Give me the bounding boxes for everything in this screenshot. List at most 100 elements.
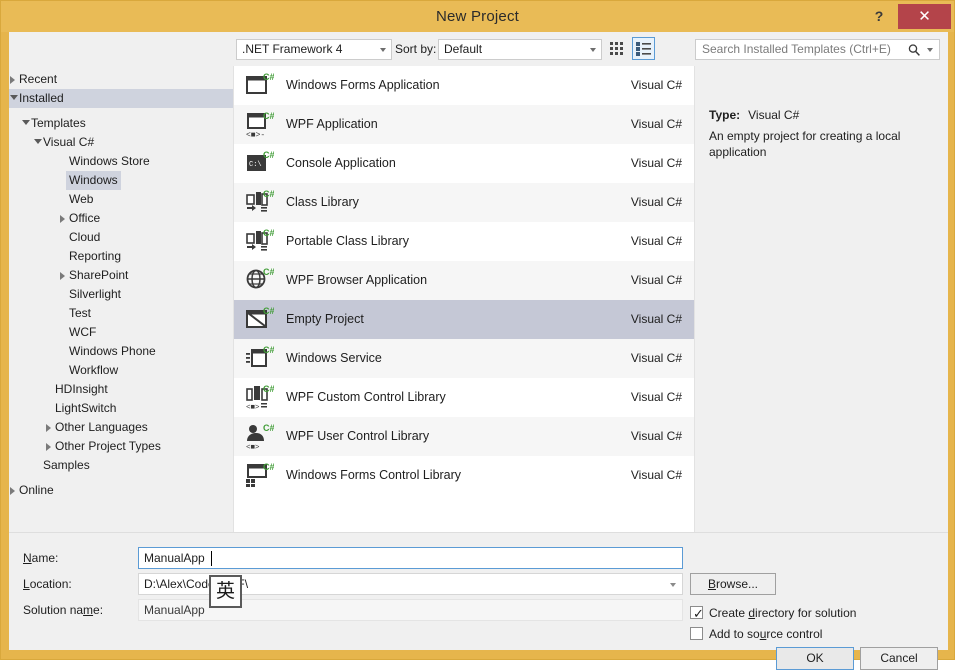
chevron-right-icon[interactable] [10,487,15,495]
template-name: WPF Custom Control Library [286,390,446,404]
sidebar-item-templates[interactable]: Templates [9,114,233,133]
chevron-right-icon[interactable] [46,443,51,451]
template-name: WPF Application [286,117,378,131]
csharp-classlib-icon: C# [246,189,275,217]
sidebar-item-label: Workflow [69,363,119,377]
help-icon[interactable]: ? [866,1,892,32]
sidebar-item-installed[interactable]: Installed [9,89,233,108]
sidebar-item-label: Other Project Types [55,439,161,453]
search-options-chevron-icon[interactable] [927,48,933,52]
cancel-button[interactable]: Cancel [860,647,938,670]
sidebar-item-wcf[interactable]: WCF [9,323,233,342]
sidebar-item-hdinsight[interactable]: HDInsight [9,380,233,399]
template-list-item[interactable]: C# Class Library Visual C# [234,183,694,222]
sidebar-item-label: LightSwitch [55,401,117,415]
template-list-item[interactable]: C# Portable Class Library Visual C# [234,222,694,261]
template-list-item[interactable]: C# Empty Project Visual C# [234,300,694,339]
sort-by-label: Sort by: [395,42,437,56]
sidebar-item-sharepoint[interactable]: SharePoint [9,266,233,285]
template-list-item[interactable]: C# Windows Forms Control Library Visual C# [234,456,694,495]
csharp-wpf-user-control-icon: <■> C# [246,423,275,452]
sidebar-item-samples[interactable]: Samples [9,456,233,475]
template-list-item[interactable]: C:\ C# Console Application Visual C# [234,144,694,183]
sidebar-item-windows-store[interactable]: Windows Store [9,152,233,171]
template-language: Visual C# [630,312,682,326]
sidebar-item-reporting[interactable]: Reporting [9,247,233,266]
sidebar-item-recent[interactable]: Recent [9,70,233,89]
sidebar-item-label: Reporting [69,249,122,263]
template-name: Class Library [286,195,359,209]
solution-name-label: Solution name: [23,603,104,617]
sidebar-item-other-languages[interactable]: Other Languages [9,418,233,437]
sidebar-item-workflow[interactable]: Workflow [9,361,233,380]
list-view-icon[interactable] [632,37,655,60]
sidebar-item-web[interactable]: Web [9,190,233,209]
template-categories-tree: Recent Installed Templates Visual C# Windows… [9,66,233,532]
sidebar-item-cloud[interactable]: Cloud [9,228,233,247]
chevron-down-icon[interactable] [10,95,18,100]
sidebar-item-label: Other Languages [55,420,148,434]
dialog-client-area: .NET Framework 4 Sort by: Default Search… [9,32,948,670]
chevron-down-icon[interactable] [22,120,30,125]
sidebar-item-lightswitch[interactable]: LightSwitch [9,399,233,418]
sidebar-item-office[interactable]: Office [9,209,233,228]
title-bar: New Project ? ✕ [1,1,954,32]
ok-button[interactable]: OK [776,647,854,670]
sidebar-item-label: SharePoint [69,268,129,282]
sidebar-item-test[interactable]: Test [9,304,233,323]
template-type-value: Visual C# [748,108,800,122]
sidebar-item-label: Online [19,483,54,497]
svg-text:C#: C# [263,72,274,82]
sidebar-item-online[interactable]: Online [9,481,233,500]
template-name: WPF Browser Application [286,273,428,287]
templates-toolbar: .NET Framework 4 Sort by: Default Search… [9,32,948,66]
sidebar-item-windows-phone[interactable]: Windows Phone [9,342,233,361]
template-list-item[interactable]: C# Windows Forms Application Visual C# [234,66,694,105]
chevron-right-icon[interactable] [60,215,65,223]
sort-by-dropdown[interactable]: Default [438,39,602,60]
search-placeholder: Search Installed Templates (Ctrl+E) [702,42,891,56]
chevron-right-icon[interactable] [10,76,15,84]
browse-button[interactable]: Browse... [690,573,776,595]
sidebar-item-label: Installed [19,91,64,105]
search-input[interactable]: Search Installed Templates (Ctrl+E) [695,39,940,60]
chevron-right-icon[interactable] [46,424,51,432]
template-list-item[interactable]: <■> C# WPF Custom Control Library Visual C# [234,378,694,417]
project-name-input[interactable]: ManualApp [138,547,683,569]
template-language: Visual C# [630,78,682,92]
framework-version-dropdown[interactable]: .NET Framework 4 [236,39,392,60]
template-language: Visual C# [630,117,682,131]
csharp-windows-service-icon: C# [246,345,275,373]
sidebar-item-visual-c-[interactable]: Visual C# [9,133,233,152]
csharp-portable-classlib-icon: C# [246,228,275,256]
svg-text:C#: C# [263,345,274,355]
close-button[interactable]: ✕ [898,4,951,29]
sidebar-item-other-project-types[interactable]: Other Project Types [9,437,233,456]
template-list-item[interactable]: <■>- C# WPF Application Visual C# [234,105,694,144]
svg-text:C#: C# [263,228,274,238]
template-list-item[interactable]: <■> C# WPF User Control Library Visual C# [234,417,694,456]
template-language: Visual C# [630,351,682,365]
template-list-item[interactable]: C# WPF Browser Application Visual C# [234,261,694,300]
template-name: Windows Service [286,351,382,365]
csharp-winforms-control-icon: C# [246,462,275,490]
sidebar-item-label: Test [69,306,92,320]
template-type-line: Type: Visual C# [709,108,799,122]
sidebar-item-windows[interactable]: Windows [9,171,233,190]
chevron-right-icon[interactable] [60,272,65,280]
svg-text:<■>: <■> [246,404,260,412]
sidebar-item-label: WCF [69,325,97,339]
medium-icons-view-icon[interactable] [606,37,629,60]
sidebar-item-label: HDInsight [55,382,108,396]
chevron-down-icon[interactable] [670,583,676,587]
chevron-down-icon [590,48,596,52]
sidebar-item-label: Templates [31,116,86,130]
sidebar-item-label: Office [69,211,101,225]
template-list-item[interactable]: C# Windows Service Visual C# [234,339,694,378]
template-language: Visual C# [630,156,682,170]
svg-text:C#: C# [263,462,274,472]
sidebar-item-silverlight[interactable]: Silverlight [9,285,233,304]
chevron-down-icon[interactable] [34,139,42,144]
sidebar-item-label: Web [69,192,94,206]
svg-text:C#: C# [263,267,274,277]
